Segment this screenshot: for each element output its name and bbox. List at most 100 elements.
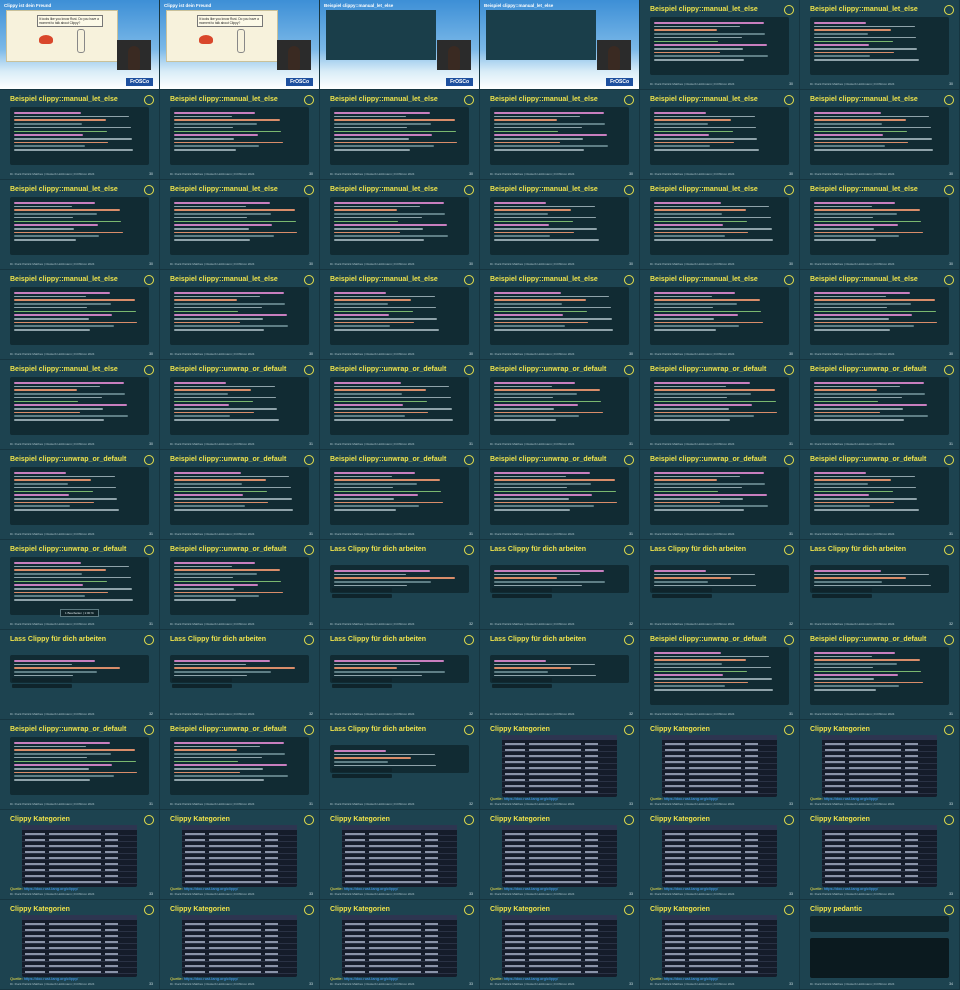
slide-thumbnail[interactable]: Beispiel clippy::unwrap_or_default Dr. Ru… (640, 630, 800, 720)
slide-thumbnail[interactable]: Lass Clippy für dich arbeiten Dr. Ruck Pa… (320, 720, 480, 810)
conference-logo-icon (944, 185, 954, 195)
categories-table (342, 915, 457, 977)
code-line (814, 33, 868, 35)
slide-thumbnail[interactable]: Lass Clippy für dich arbeiten Dr. Ruck Pa… (480, 540, 640, 630)
slide-thumbnail[interactable]: Beispiel clippy::unwrap_or_default Dr. Ru… (800, 450, 960, 540)
slide-thumbnail[interactable]: Beispiel clippy::unwrap_or_default Dr. Ru… (480, 450, 640, 540)
slide-thumbnail[interactable]: Beispiel clippy::unwrap_or_default Dr. Ru… (0, 450, 160, 540)
slide-thumbnail[interactable]: Beispiel clippy::unwrap_or_default Dr. Ru… (0, 720, 160, 810)
slide-thumbnail[interactable]: Clippy Kategorien Quelle: https://doc.rus… (480, 900, 640, 990)
conference-logo-icon (464, 455, 474, 465)
source-link[interactable]: https://doc.rust-lang.org/clippy/ (184, 886, 238, 891)
slide-thumbnail[interactable]: Beispiel clippy::unwrap_or_default Dr. Ru… (640, 360, 800, 450)
slide-thumbnail[interactable]: Beispiel clippy::manual_let_else Dr. Ruck… (640, 90, 800, 180)
slide-thumbnail[interactable]: Beispiel clippy::manual_let_else Dr. Ruck… (480, 180, 640, 270)
slide-thumbnail[interactable]: Clippy ist dein Freund It looks like you … (160, 0, 320, 90)
slide-thumbnail[interactable]: Beispiel clippy::unwrap_or_default Dr. Ru… (800, 360, 960, 450)
table-cell (584, 971, 598, 973)
slide-thumbnail[interactable]: Beispiel clippy::unwrap_or_default Dr. Ru… (640, 450, 800, 540)
command-line (172, 678, 232, 682)
code-line (494, 667, 572, 670)
code-line (814, 321, 938, 324)
slide-thumbnail[interactable]: Clippy Kategorien Quelle: https://doc.rus… (160, 810, 320, 900)
slide-thumbnail[interactable]: Clippy Kategorien Quelle: https://doc.rus… (320, 900, 480, 990)
slide-thumbnail[interactable]: Clippy Kategorien Quelle: https://doc.rus… (480, 720, 640, 810)
slide-thumbnail[interactable]: Beispiel clippy::manual_let_else Dr. Ruck… (800, 180, 960, 270)
slide-thumbnail[interactable]: Beispiel clippy::unwrap_or_default Dr. Ru… (480, 360, 640, 450)
slide-thumbnail[interactable]: Clippy Kategorien Quelle: https://doc.rus… (640, 810, 800, 900)
slide-thumbnail[interactable]: Beispiel clippy::manual_let_else Dr. Ruck… (0, 270, 160, 360)
table-cell (185, 941, 205, 943)
slide-thumbnail[interactable]: Beispiel clippy::manual_let_else Dr. Ruck… (480, 90, 640, 180)
slide-thumbnail[interactable]: Clippy Kategorien Quelle: https://doc.rus… (480, 810, 640, 900)
slide-thumbnail[interactable]: Clippy pedantic Dr. Ruck Patrick Matthes … (800, 900, 960, 990)
slide-thumbnail[interactable]: Beispiel clippy::manual_let_else Dr. Ruck… (160, 270, 320, 360)
slide-thumbnail[interactable]: Lass Clippy für dich arbeiten Dr. Ruck Pa… (320, 630, 480, 720)
slide-thumbnail[interactable]: Beispiel clippy::unwrap_or_default Dr. Ru… (0, 540, 160, 630)
slide-thumbnail[interactable]: Beispiel clippy::manual_let_else Dr. Ruck… (320, 270, 480, 360)
slide-footer: Dr. Ruck Patrick Matthes | Clusterb Holt… (810, 802, 895, 806)
slide-thumbnail[interactable]: Beispiel clippy::manual_let_else Dr. Ruck… (320, 90, 480, 180)
slide-thumbnail[interactable]: Lass Clippy für dich arbeiten Dr. Ruck Pa… (160, 630, 320, 720)
slide-thumbnail[interactable]: Beispiel clippy::manual_let_else Dr. Ruck… (800, 270, 960, 360)
table-cell (208, 965, 261, 967)
table-cell (48, 941, 101, 943)
table-cell (185, 875, 205, 877)
code-block (170, 377, 309, 435)
slide-thumbnail[interactable]: Clippy Kategorien Quelle: https://doc.rus… (0, 900, 160, 990)
source-link[interactable]: https://doc.rust-lang.org/clippy/ (504, 976, 558, 981)
slide-thumbnail[interactable]: Lass Clippy für dich arbeiten Dr. Ruck Pa… (480, 630, 640, 720)
slide-thumbnail[interactable]: Clippy Kategorien Quelle: https://doc.rus… (320, 810, 480, 900)
source-link[interactable]: https://doc.rust-lang.org/clippy/ (824, 886, 878, 891)
source-link[interactable]: https://doc.rust-lang.org/clippy/ (664, 886, 718, 891)
slide-thumbnail[interactable]: Beispiel clippy::manual_let_else Dr. Ruck… (320, 180, 480, 270)
source-link[interactable]: https://doc.rust-lang.org/clippy/ (344, 886, 398, 891)
source-link[interactable]: https://doc.rust-lang.org/clippy/ (24, 886, 78, 891)
slide-thumbnail[interactable]: Beispiel clippy::manual_let_else FrOSCo (480, 0, 640, 90)
slide-thumbnail[interactable]: Beispiel clippy::manual_let_else Dr. Ruck… (640, 270, 800, 360)
slide-thumbnail[interactable]: Beispiel clippy::manual_let_else Dr. Ruck… (0, 90, 160, 180)
source-link[interactable]: https://doc.rust-lang.org/clippy/ (664, 796, 718, 801)
source-link[interactable]: https://doc.rust-lang.org/clippy/ (504, 796, 558, 801)
slide-thumbnail[interactable]: Beispiel clippy::unwrap_or_default Dr. Ru… (160, 450, 320, 540)
code-block (490, 197, 629, 255)
slide-thumbnail[interactable]: Beispiel clippy::manual_let_else Dr. Ruck… (640, 0, 800, 90)
table-cell (48, 869, 101, 871)
source-link[interactable]: https://doc.rust-lang.org/clippy/ (504, 886, 558, 891)
table-cell (185, 833, 205, 835)
source-link[interactable]: https://doc.rust-lang.org/clippy/ (664, 976, 718, 981)
slide-thumbnail[interactable]: Beispiel clippy::unwrap_or_default Dr. Ru… (160, 360, 320, 450)
slide-thumbnail[interactable]: Beispiel clippy::manual_let_else Dr. Ruck… (800, 0, 960, 90)
slide-thumbnail[interactable]: Clippy ist dein Freund It looks like you … (0, 0, 160, 90)
slide-thumbnail[interactable]: Beispiel clippy::manual_let_else Dr. Ruck… (0, 180, 160, 270)
table-cell (848, 743, 901, 745)
slide-thumbnail[interactable]: Lass Clippy für dich arbeiten Dr. Ruck Pa… (800, 540, 960, 630)
slide-thumbnail[interactable]: Beispiel clippy::unwrap_or_default Dr. Ru… (160, 720, 320, 810)
slide-thumbnail[interactable]: Beispiel clippy::unwrap_or_default Dr. Ru… (320, 360, 480, 450)
source-link[interactable]: https://doc.rust-lang.org/clippy/ (824, 796, 878, 801)
source-link[interactable]: https://doc.rust-lang.org/clippy/ (344, 976, 398, 981)
source-link[interactable]: https://doc.rust-lang.org/clippy/ (24, 976, 78, 981)
slide-thumbnail[interactable]: Clippy Kategorien Quelle: https://doc.rus… (0, 810, 160, 900)
slide-thumbnail[interactable]: Lass Clippy für dich arbeiten Dr. Ruck Pa… (640, 540, 800, 630)
slide-thumbnail[interactable]: Clippy Kategorien Quelle: https://doc.rus… (160, 900, 320, 990)
slide-thumbnail[interactable]: Beispiel clippy::manual_let_else Dr. Ruck… (0, 360, 160, 450)
slide-thumbnail[interactable]: Clippy Kategorien Quelle: https://doc.rus… (800, 810, 960, 900)
slide-thumbnail[interactable]: Lass Clippy für dich arbeiten Dr. Ruck Pa… (0, 630, 160, 720)
slide-thumbnail[interactable]: Beispiel clippy::manual_let_else Dr. Ruck… (160, 90, 320, 180)
slide-thumbnail[interactable]: Beispiel clippy::manual_let_else Dr. Ruck… (800, 90, 960, 180)
slide-thumbnail[interactable]: Beispiel clippy::manual_let_else Dr. Ruck… (160, 180, 320, 270)
slide-thumbnail[interactable]: Clippy Kategorien Quelle: https://doc.rus… (640, 720, 800, 810)
slide-thumbnail[interactable]: Beispiel clippy::unwrap_or_default Dr. Ru… (320, 450, 480, 540)
source-link[interactable]: https://doc.rust-lang.org/clippy/ (184, 976, 238, 981)
slide-thumbnail[interactable]: Lass Clippy für dich arbeiten Dr. Ruck Pa… (320, 540, 480, 630)
slide-thumbnail[interactable]: Beispiel clippy::unwrap_or_default Dr. Ru… (160, 540, 320, 630)
slide-thumbnail[interactable]: Clippy Kategorien Quelle: https://doc.rus… (800, 720, 960, 810)
slide-thumbnail[interactable]: Beispiel clippy::manual_let_else Dr. Ruck… (640, 180, 800, 270)
slide-thumbnail[interactable]: Beispiel clippy::manual_let_else Dr. Ruck… (480, 270, 640, 360)
slide-thumbnail[interactable]: Clippy Kategorien Quelle: https://doc.rus… (640, 900, 800, 990)
slide-footer: Dr. Ruck Patrick Matthes | Clusterb Holt… (170, 172, 255, 176)
slide-thumbnail[interactable]: Beispiel clippy::unwrap_or_default Dr. Ru… (800, 630, 960, 720)
table-cell (345, 935, 365, 937)
slide-thumbnail[interactable]: Beispiel clippy::manual_let_else FrOSCo (320, 0, 480, 90)
